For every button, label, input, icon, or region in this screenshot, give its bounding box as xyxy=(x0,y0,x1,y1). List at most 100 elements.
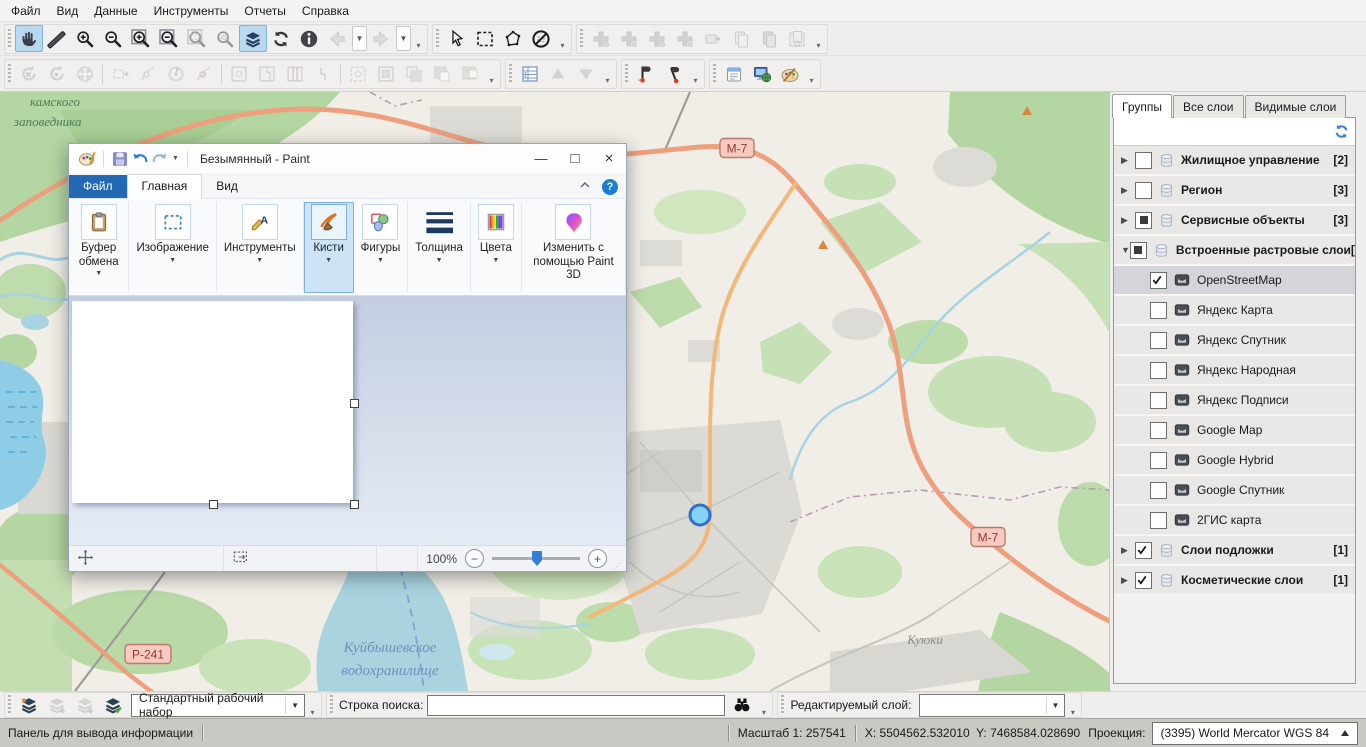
layer-checkbox-checked[interactable] xyxy=(1150,272,1167,289)
paint-title-bar[interactable]: ▼ Безымянный - Paint — □ × xyxy=(69,144,626,173)
zoom-in-button[interactable]: + xyxy=(588,549,607,568)
info-tool[interactable] xyxy=(295,25,323,52)
start-edge-tool[interactable] xyxy=(632,60,660,87)
expand-icon[interactable]: ▶ xyxy=(1121,185,1135,196)
zoom-window-in-tool[interactable] xyxy=(127,25,155,52)
collapse-ribbon-icon[interactable] xyxy=(577,177,593,196)
toolbar-grip[interactable] xyxy=(8,695,11,715)
toolbar-grip[interactable] xyxy=(8,29,11,49)
layer-row[interactable]: Яндекс Карта xyxy=(1114,296,1355,326)
layer-checkbox-checked[interactable] xyxy=(1135,572,1152,589)
layers-panel-tab-0[interactable]: Группы xyxy=(1112,94,1172,118)
expand-icon[interactable]: ▶ xyxy=(1121,545,1135,556)
layer-checkbox-partial[interactable] xyxy=(1130,242,1147,259)
layer-checkbox-partial[interactable] xyxy=(1135,212,1152,229)
layer-row[interactable]: OpenStreetMap xyxy=(1114,266,1355,296)
zoom-in-tool[interactable] xyxy=(71,25,99,52)
toolbar-overflow-button[interactable]: ▾ xyxy=(1067,692,1078,719)
layer-checkbox-unchecked[interactable] xyxy=(1150,452,1167,469)
projection-select[interactable]: (3395) World Mercator WGS 84 xyxy=(1152,722,1359,745)
toolbar-overflow-button[interactable]: ▾ xyxy=(413,25,424,52)
map-properties-tool[interactable] xyxy=(748,60,776,87)
measure-tool[interactable] xyxy=(43,25,71,52)
paint-window[interactable]: ▼ Безымянный - Paint — □ × ФайлГлавнаяВи… xyxy=(68,143,627,572)
layer-checkbox-unchecked[interactable] xyxy=(1150,392,1167,409)
edit-layer-select[interactable]: ▼ xyxy=(919,694,1065,717)
expand-icon[interactable]: ▶ xyxy=(1121,215,1135,226)
map-search-input[interactable] xyxy=(427,695,725,716)
zoom-window-out-tool[interactable] xyxy=(155,25,183,52)
layer-group-row[interactable]: ▶Регион[3] xyxy=(1114,176,1355,206)
layer-group-row[interactable]: ▶Косметические слои[1] xyxy=(1114,566,1355,596)
zoom-slider[interactable] xyxy=(492,557,580,560)
paint-canvas[interactable] xyxy=(72,301,353,503)
map-marker[interactable] xyxy=(690,505,710,525)
menu-item-1[interactable]: Вид xyxy=(49,1,87,21)
nav-forward-button-dropdown[interactable]: ▼ xyxy=(396,26,411,51)
layer-row[interactable]: Яндекс Подписи xyxy=(1114,386,1355,416)
layer-checkbox-unchecked[interactable] xyxy=(1150,482,1167,499)
toolbar-grip[interactable] xyxy=(436,29,439,49)
resize-handle-corner[interactable] xyxy=(350,500,359,509)
toolbar-grip[interactable] xyxy=(330,695,333,715)
ribbon-group-3[interactable]: Кисти▼ xyxy=(304,202,354,293)
layer-group-row[interactable]: ▼Встроенные растровые слои[9] xyxy=(1114,236,1355,266)
select-tool[interactable] xyxy=(443,25,471,52)
expand-icon[interactable]: ▶ xyxy=(1121,155,1135,166)
toolbar-overflow-button[interactable]: ▾ xyxy=(486,60,497,87)
ribbon-group-6[interactable]: Цвета▼ xyxy=(471,202,522,293)
layer-row[interactable]: Яндекс Народная xyxy=(1114,356,1355,386)
zoom-out-tool[interactable] xyxy=(99,25,127,52)
layer-checkbox-unchecked[interactable] xyxy=(1150,332,1167,349)
layer-row[interactable]: 2ГИС карта xyxy=(1114,506,1355,536)
pan-tool[interactable] xyxy=(15,25,43,52)
toolbar-overflow-button[interactable]: ▾ xyxy=(813,25,824,52)
workspace-new-button[interactable] xyxy=(15,692,43,719)
paint-tab-0[interactable]: Файл xyxy=(69,175,127,198)
layer-checkbox-unchecked[interactable] xyxy=(1135,182,1152,199)
layer-checkbox-unchecked[interactable] xyxy=(1150,302,1167,319)
close-button[interactable]: × xyxy=(592,144,626,173)
refresh-map-tool[interactable] xyxy=(267,25,295,52)
toolbar-grip[interactable] xyxy=(625,64,628,84)
ribbon-group-7[interactable]: Изменить с помощью Paint 3D xyxy=(522,202,626,293)
toolbar-overflow-button[interactable]: ▾ xyxy=(602,60,613,87)
menu-item-4[interactable]: Отчеты xyxy=(236,1,293,21)
toolbar-grip[interactable] xyxy=(580,29,583,49)
resize-handle-bottom[interactable] xyxy=(209,500,218,509)
layer-group-row[interactable]: ▶Сервисные объекты[3] xyxy=(1114,206,1355,236)
layer-group-row[interactable]: ▶Слои подложки[1] xyxy=(1114,536,1355,566)
resize-grip[interactable]: ⋰ xyxy=(613,562,622,571)
layers-search-input[interactable] xyxy=(1119,121,1327,143)
notes-tool[interactable] xyxy=(720,60,748,87)
quick-access-dropdown[interactable]: ▼ xyxy=(172,155,179,162)
expand-icon[interactable]: ▶ xyxy=(1121,575,1135,586)
attributes-table-button[interactable] xyxy=(516,60,544,87)
minimize-button[interactable]: — xyxy=(524,144,558,173)
save-button[interactable] xyxy=(110,148,130,170)
maximize-button[interactable]: □ xyxy=(558,144,592,173)
ribbon-group-1[interactable]: Изображение▼ xyxy=(129,202,216,293)
layer-checkbox-unchecked[interactable] xyxy=(1135,152,1152,169)
menu-item-5[interactable]: Справка xyxy=(294,1,357,21)
layer-checkbox-unchecked[interactable] xyxy=(1150,362,1167,379)
ribbon-group-4[interactable]: Фигуры▼ xyxy=(354,202,409,293)
layer-checkbox-unchecked[interactable] xyxy=(1150,512,1167,529)
select-polygon-tool[interactable] xyxy=(499,25,527,52)
layer-row[interactable]: Google Map xyxy=(1114,416,1355,446)
layer-checkbox-checked[interactable] xyxy=(1135,542,1152,559)
resize-handle-right[interactable] xyxy=(350,399,359,408)
layer-checkbox-unchecked[interactable] xyxy=(1150,422,1167,439)
ribbon-group-0[interactable]: Буфер обмена▼ xyxy=(69,202,129,293)
collapse-icon[interactable]: ▼ xyxy=(1121,245,1130,255)
workspace-select[interactable]: Стандартный рабочий набор ▼ xyxy=(131,694,305,717)
paint-tab-2[interactable]: Вид xyxy=(202,175,252,198)
toolbar-overflow-button[interactable]: ▾ xyxy=(557,25,568,52)
layer-row[interactable]: Google Спутник xyxy=(1114,476,1355,506)
select-rectangle-tool[interactable] xyxy=(471,25,499,52)
toolbar-grip[interactable] xyxy=(8,64,11,84)
paint-tab-1[interactable]: Главная xyxy=(127,174,203,199)
zoom-slider-thumb[interactable] xyxy=(532,551,542,566)
paint-canvas-area[interactable] xyxy=(69,296,626,545)
find-button[interactable] xyxy=(728,692,756,719)
